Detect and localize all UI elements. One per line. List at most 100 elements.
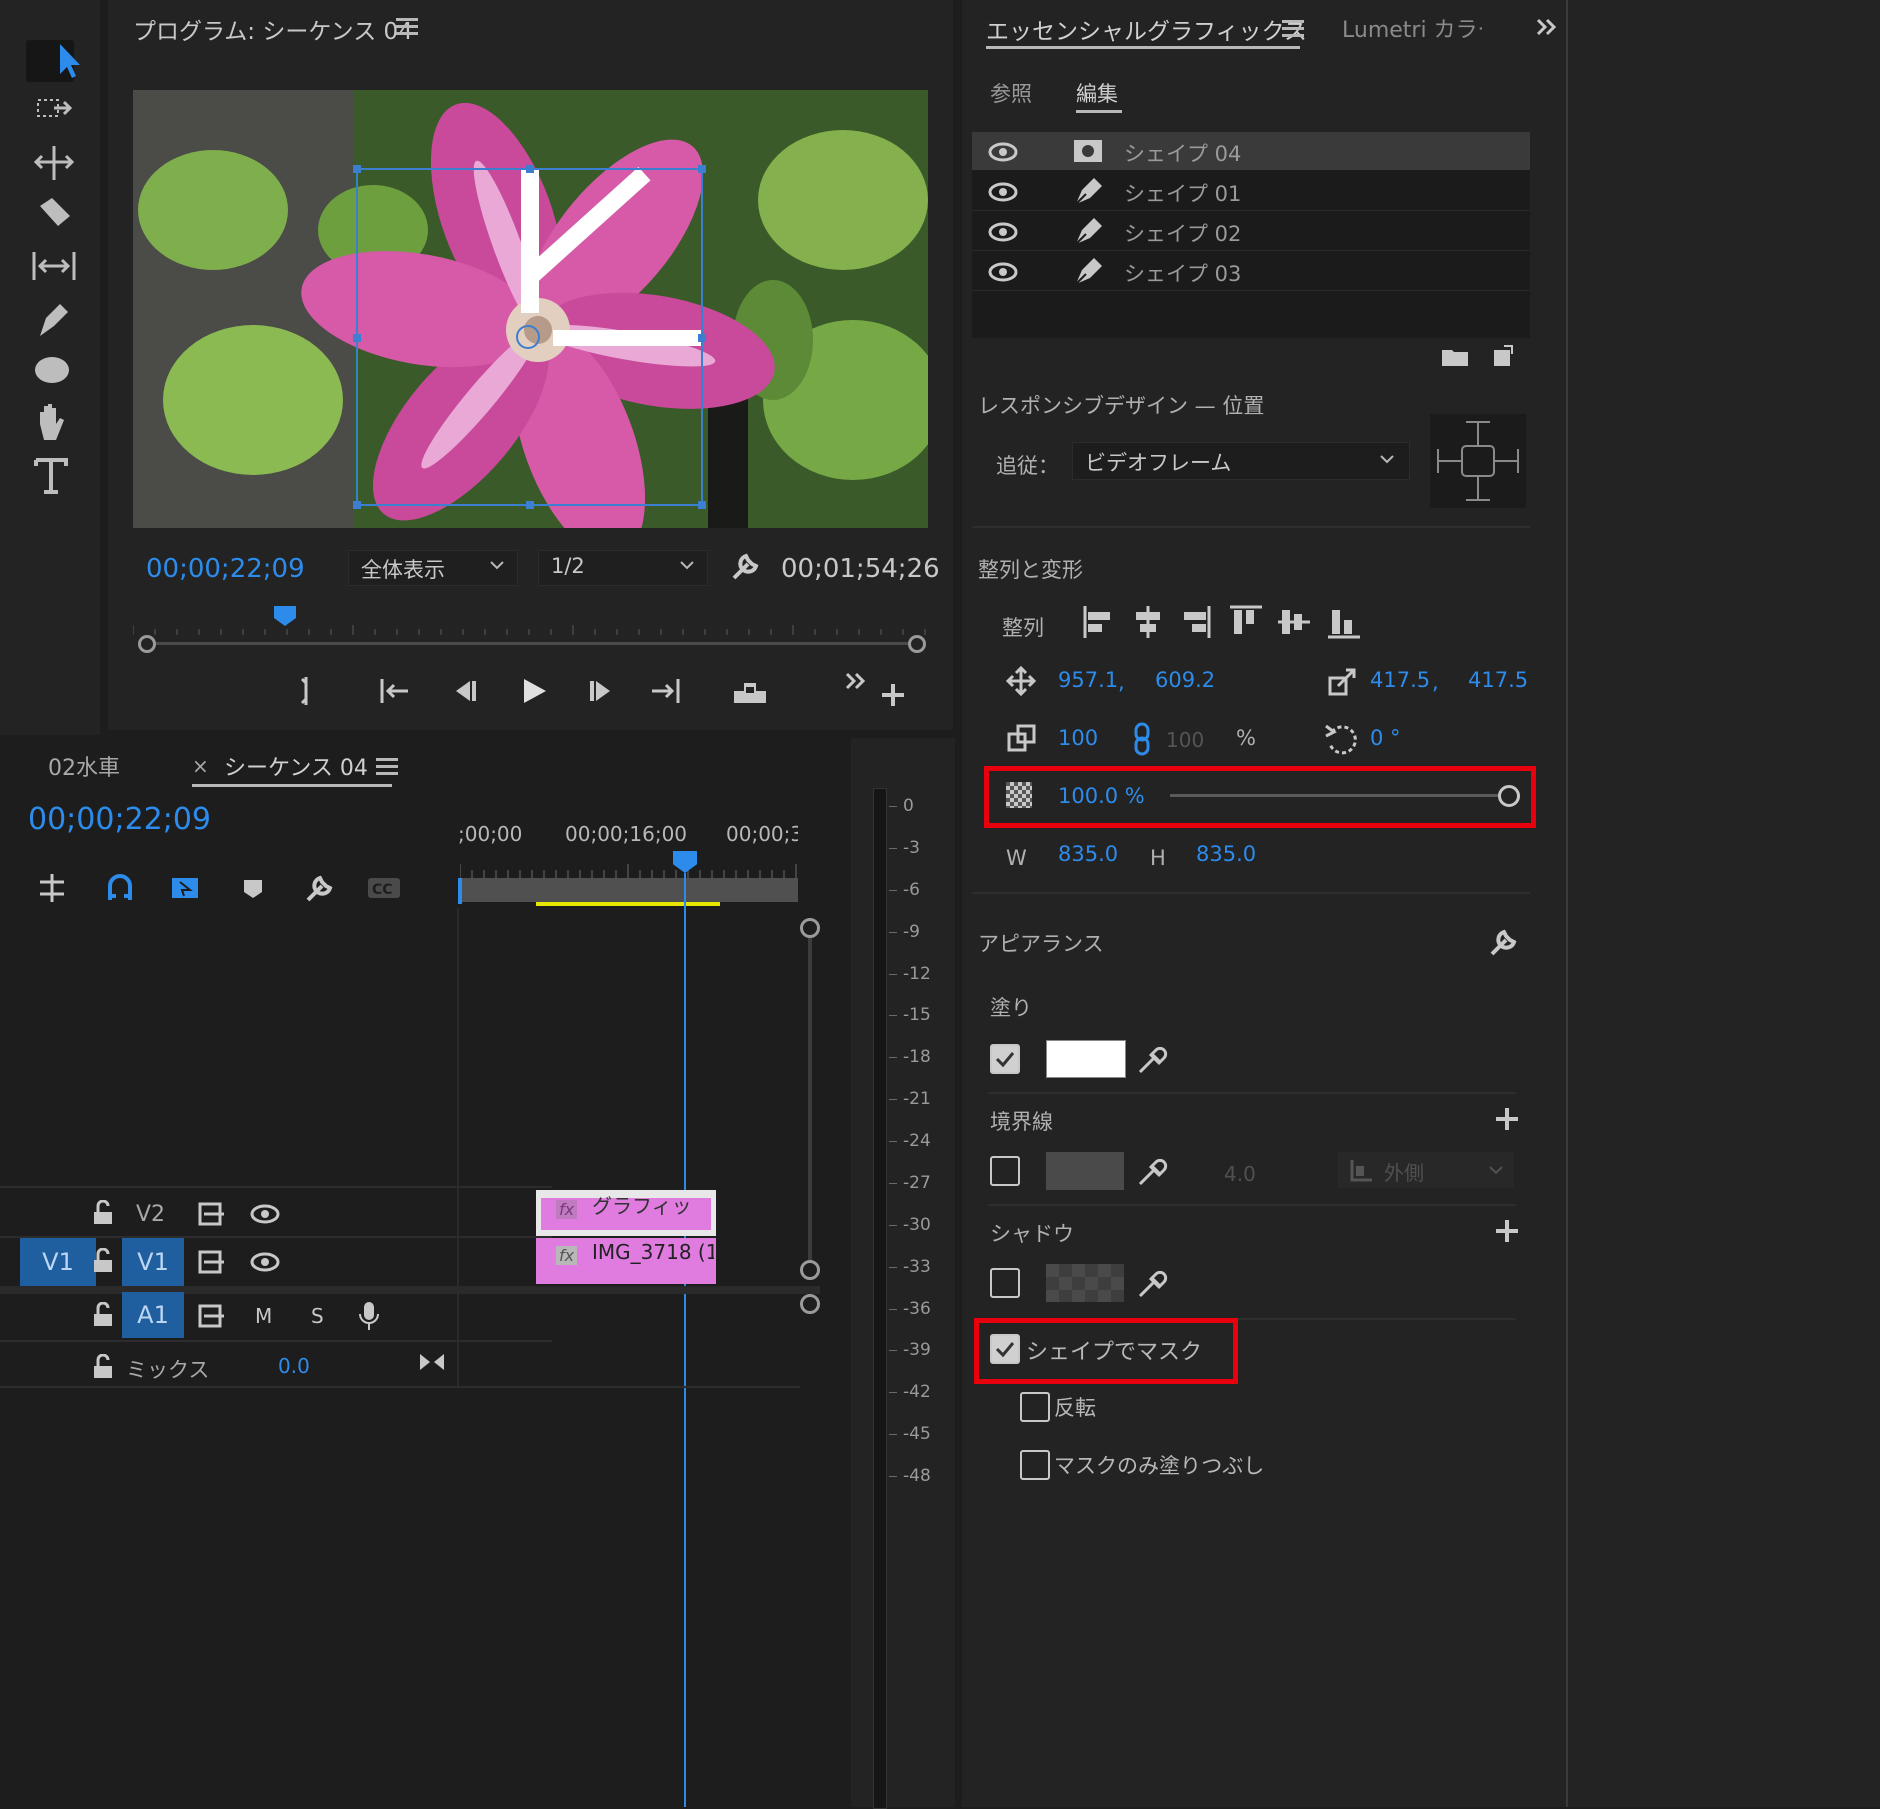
eye-icon[interactable] [250,1202,280,1226]
align-left-icon[interactable] [1082,604,1114,640]
go-to-in-icon[interactable] [378,675,412,707]
v1-source-patch[interactable]: V1 [20,1238,96,1286]
layer-row[interactable]: シェイプ 04 [972,132,1530,170]
zoom-bar-right-handle[interactable] [908,635,926,653]
subtab-edit[interactable]: 編集 [1076,78,1118,108]
mute-button[interactable]: M [255,1304,272,1328]
razor-tool-icon[interactable] [30,192,90,242]
align-right-icon[interactable] [1180,604,1212,640]
height-value[interactable]: 835.0 [1196,842,1256,866]
mix-value[interactable]: 0.0 [278,1354,310,1378]
stroke-position-select[interactable]: 外側 [1338,1152,1514,1188]
appearance-wrench-icon[interactable] [1486,926,1518,958]
eye-icon[interactable] [988,220,1018,244]
tab-essential-graphics[interactable]: エッセンシャルグラフィックス [986,12,1307,46]
solo-button[interactable]: S [311,1304,324,1328]
stroke-eyedropper-icon[interactable] [1136,1154,1168,1188]
timeline-menu-icon[interactable] [376,758,398,776]
add-shadow-icon[interactable] [1494,1218,1520,1244]
insert-sequence-nest-icon[interactable] [36,872,68,904]
anchor-y[interactable]: 417.5 [1468,668,1528,692]
step-back-icon[interactable] [448,675,480,707]
resolution-select[interactable]: 1/2 [538,550,708,586]
eg-panel-menu-icon[interactable] [1282,20,1304,38]
track-v1-label[interactable]: V1 [122,1238,184,1286]
stroke-checkbox[interactable] [990,1156,1020,1186]
type-tool-icon[interactable] [30,452,90,502]
lock-icon[interactable] [92,1248,114,1274]
button-editor-add-icon[interactable] [880,682,906,708]
new-layer-icon[interactable] [1490,344,1514,368]
anchor-x[interactable]: 417.5 [1370,668,1430,692]
rotation-value[interactable]: 0 ° [1370,726,1401,750]
zoom-bar-left-handle[interactable] [138,635,156,653]
zoom-level-select[interactable]: 全体表示 [348,550,518,586]
timeline-tab-sequence-04[interactable]: シーケンス 04 [224,750,368,782]
sync-lock-icon[interactable] [198,1304,226,1328]
eye-icon[interactable] [988,260,1018,284]
track-select-forward-tool-icon[interactable] [30,88,90,138]
monitor-time-ruler[interactable] [133,605,928,635]
video-frame[interactable] [133,90,928,528]
export-frame-icon[interactable] [730,675,770,707]
video-clip[interactable]: fx IMG_3718 (1 [536,1238,716,1284]
invert-checkbox[interactable] [1020,1392,1050,1422]
program-current-timecode[interactable]: 00;00;22;09 [146,554,305,584]
lock-icon[interactable] [92,1302,114,1328]
monitor-zoom-bar[interactable] [146,642,916,645]
fill-color-swatch[interactable] [1046,1040,1126,1078]
captions-icon[interactable]: CC [366,876,402,900]
shape-bounding-box[interactable] [353,165,706,509]
eye-icon[interactable] [988,140,1018,164]
more-controls-icon[interactable] [843,670,869,692]
hand-tool-icon[interactable] [30,400,90,450]
pin-to-edges-widget[interactable] [1430,414,1526,508]
position-y[interactable]: 609.2 [1155,668,1215,692]
shadow-checkbox[interactable] [990,1268,1020,1298]
fill-checkbox[interactable] [990,1044,1020,1074]
timeline-timecode[interactable]: 00;00;22;09 [28,802,211,837]
layer-row[interactable]: シェイプ 01 [972,172,1530,211]
handle-tr[interactable] [698,165,706,173]
selection-tool-icon[interactable] [30,38,90,88]
anchor-point-icon[interactable] [516,325,540,349]
track-a1-label[interactable]: A1 [122,1292,184,1338]
stroke-color-swatch[interactable] [1046,1152,1124,1190]
shadow-color-swatch[interactable] [1046,1264,1124,1302]
mix-go-to-icon[interactable] [418,1350,446,1374]
sync-lock-icon[interactable] [198,1250,226,1274]
timeline-work-area[interactable] [460,878,798,902]
graphic-clip[interactable]: fx グラフィッ [536,1190,716,1236]
timeline-tab-close-icon[interactable]: × [192,754,209,778]
ellipse-tool-icon[interactable] [30,348,90,398]
lock-icon[interactable] [92,1354,114,1380]
stroke-width-value[interactable]: 4.0 [1224,1162,1256,1186]
shadow-eyedropper-icon[interactable] [1136,1266,1168,1300]
timeline-ruler[interactable] [460,856,798,878]
handle-bm[interactable] [526,501,534,509]
timeline-video-scroll-top[interactable] [800,918,820,938]
program-monitor-menu-icon[interactable] [396,18,418,36]
eye-icon[interactable] [988,180,1018,204]
handle-mr[interactable] [698,334,706,342]
track-v2-label[interactable]: V2 [136,1202,165,1227]
timeline-audio-scroll-top[interactable] [800,1294,820,1314]
snap-magnet-icon[interactable] [104,872,136,904]
layer-row[interactable]: シェイプ 03 [972,252,1530,291]
fill-eyedropper-icon[interactable] [1136,1042,1168,1076]
follow-select[interactable]: ビデオフレーム [1072,442,1410,480]
pen-tool-icon[interactable] [30,296,90,346]
handle-tl[interactable] [353,165,361,173]
align-horizontal-center-icon[interactable] [1132,604,1164,640]
settings-wrench-icon[interactable] [728,550,762,584]
align-bottom-icon[interactable] [1326,604,1362,640]
handle-bl[interactable] [353,501,361,509]
position-x[interactable]: 957.1 [1058,668,1118,692]
scale-value[interactable]: 100 [1058,726,1098,750]
timeline-tab-02[interactable]: 02水車 [48,750,120,782]
subtab-browse[interactable]: 参照 [990,78,1032,108]
step-forward-icon[interactable] [586,675,618,707]
new-layer-group-icon[interactable] [1440,344,1470,368]
eye-icon[interactable] [250,1250,280,1274]
scale-link-icon[interactable] [1132,722,1152,756]
